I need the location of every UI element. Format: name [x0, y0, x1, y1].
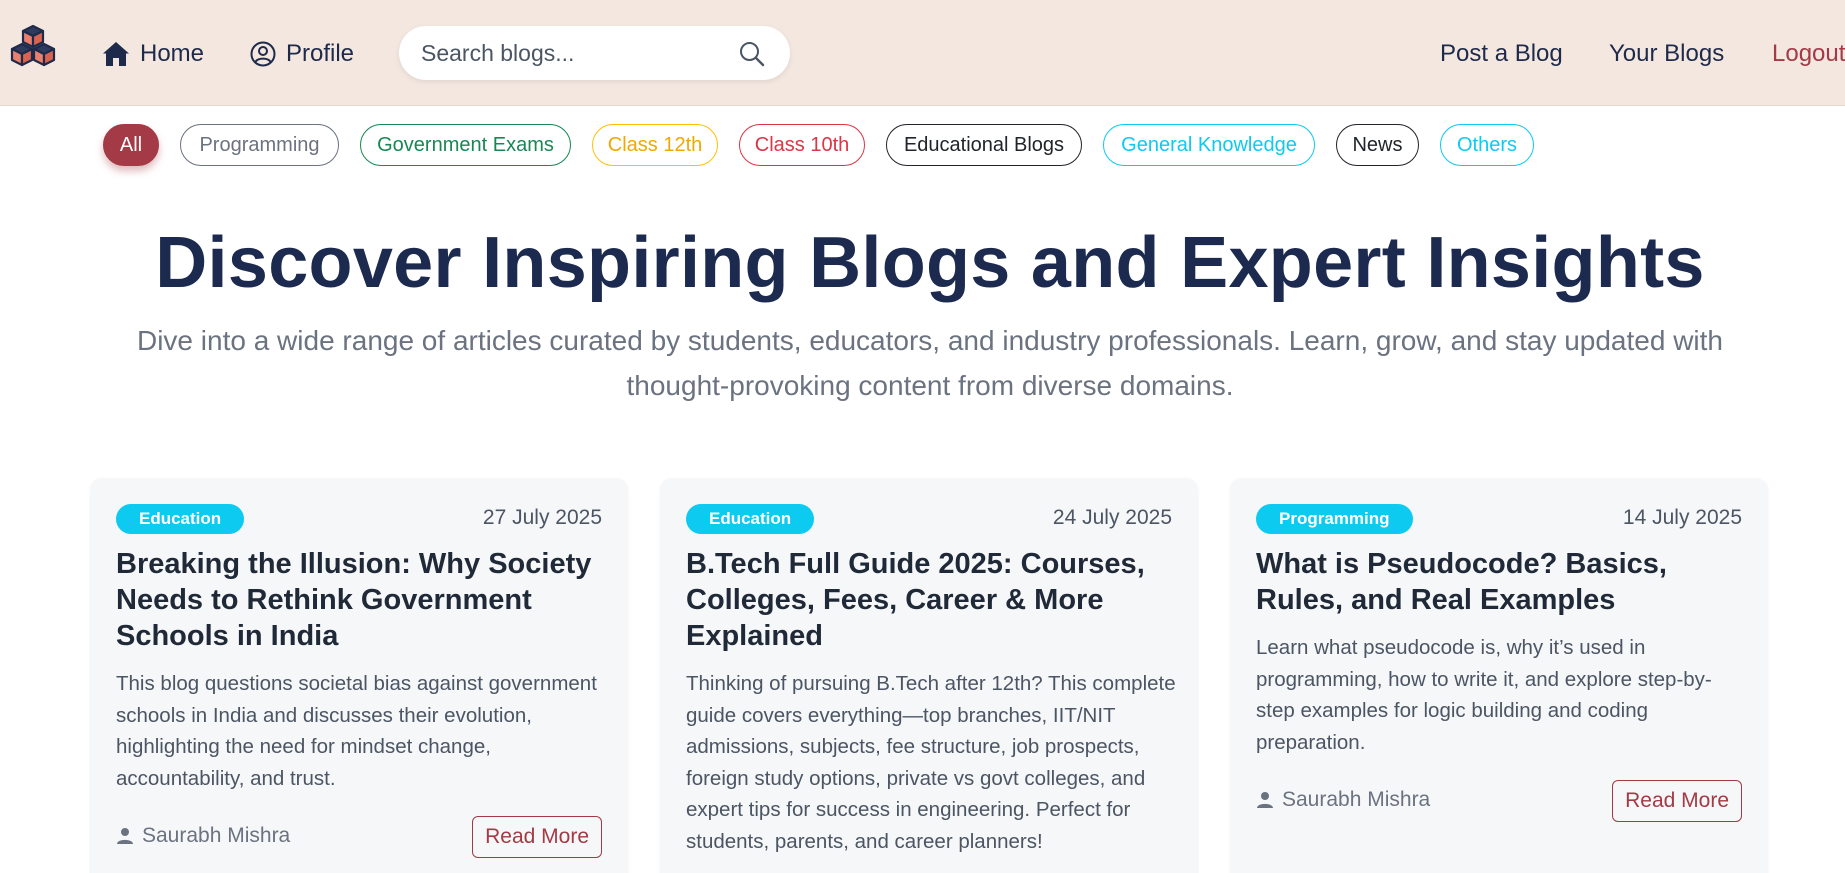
category-badge: Education — [686, 504, 815, 534]
blog-card: Programming 14 July 2025 What is Pseudoc… — [1230, 478, 1768, 873]
post-date: 14 July 2025 — [1622, 506, 1742, 529]
blog-card: Education 24 July 2025 B.Tech Full Guide… — [660, 478, 1198, 873]
hero-title: Discover Inspiring Blogs and Expert Insi… — [155, 223, 1705, 303]
author-name: Saurabh Mishra — [1282, 788, 1431, 811]
blog-description: This blog questions societal bias agains… — [116, 672, 597, 790]
post-date: 24 July 2025 — [1052, 506, 1172, 529]
blog-title[interactable]: Breaking the Illusion: Why Society Needs… — [116, 546, 606, 654]
read-more-button[interactable]: Read More — [1612, 780, 1742, 822]
author: Saurabh Mishra — [1256, 788, 1430, 812]
category-badge: Programming — [1256, 504, 1413, 534]
nav-profile-label: Profile — [286, 40, 355, 67]
user-circle-icon — [250, 41, 276, 67]
category-all[interactable]: All — [103, 124, 159, 166]
user-icon — [117, 828, 133, 844]
user-icon — [1257, 792, 1273, 808]
category-programming[interactable]: Programming — [180, 124, 339, 166]
search-icon[interactable] — [738, 40, 766, 68]
cubes-logo-icon[interactable] — [8, 24, 58, 70]
category-general-knowledge[interactable]: General Knowledge — [1103, 124, 1315, 166]
hero-subtitle: Dive into a wide range of articles curat… — [136, 325, 1724, 401]
author: Saurabh Mishra — [116, 824, 290, 848]
nav-profile-link[interactable]: Profile — [250, 36, 354, 72]
search-input[interactable] — [421, 35, 721, 71]
author-name: Saurabh Mishra — [142, 824, 291, 847]
category-others[interactable]: Others — [1440, 124, 1534, 166]
blog-title[interactable]: B.Tech Full Guide 2025: Courses, College… — [686, 546, 1176, 654]
category-news[interactable]: News — [1336, 124, 1419, 166]
blog-description: Thinking of pursuing B.Tech after 12th? … — [686, 672, 1176, 853]
blog-card: Education 27 July 2025 Breaking the Illu… — [90, 478, 628, 873]
category-government-exams[interactable]: Government Exams — [360, 124, 571, 166]
blog-title[interactable]: What is Pseudocode? Basics, Rules, and R… — [1256, 546, 1746, 618]
blog-description: Learn what pseudocode is, why it’s used … — [1256, 636, 1712, 754]
category-educational-blogs[interactable]: Educational Blogs — [886, 124, 1082, 166]
read-more-button[interactable]: Read More — [472, 816, 602, 858]
post-blog-link[interactable]: Post a Blog — [1440, 36, 1563, 72]
home-icon — [103, 42, 129, 66]
nav-home-label: Home — [140, 40, 205, 67]
your-blogs-link[interactable]: Your Blogs — [1609, 36, 1724, 72]
nav-home-link[interactable]: Home — [102, 36, 204, 72]
category-class-12th[interactable]: Class 12th — [592, 124, 718, 166]
logout-link[interactable]: Logout — [1772, 36, 1845, 72]
category-class-10th[interactable]: Class 10th — [739, 124, 865, 166]
post-date: 27 July 2025 — [482, 506, 602, 529]
navbar: Home Profile Post a Blog Your Blogs Logo… — [0, 0, 1845, 106]
search-bar — [399, 26, 790, 80]
category-badge: Education — [116, 504, 245, 534]
